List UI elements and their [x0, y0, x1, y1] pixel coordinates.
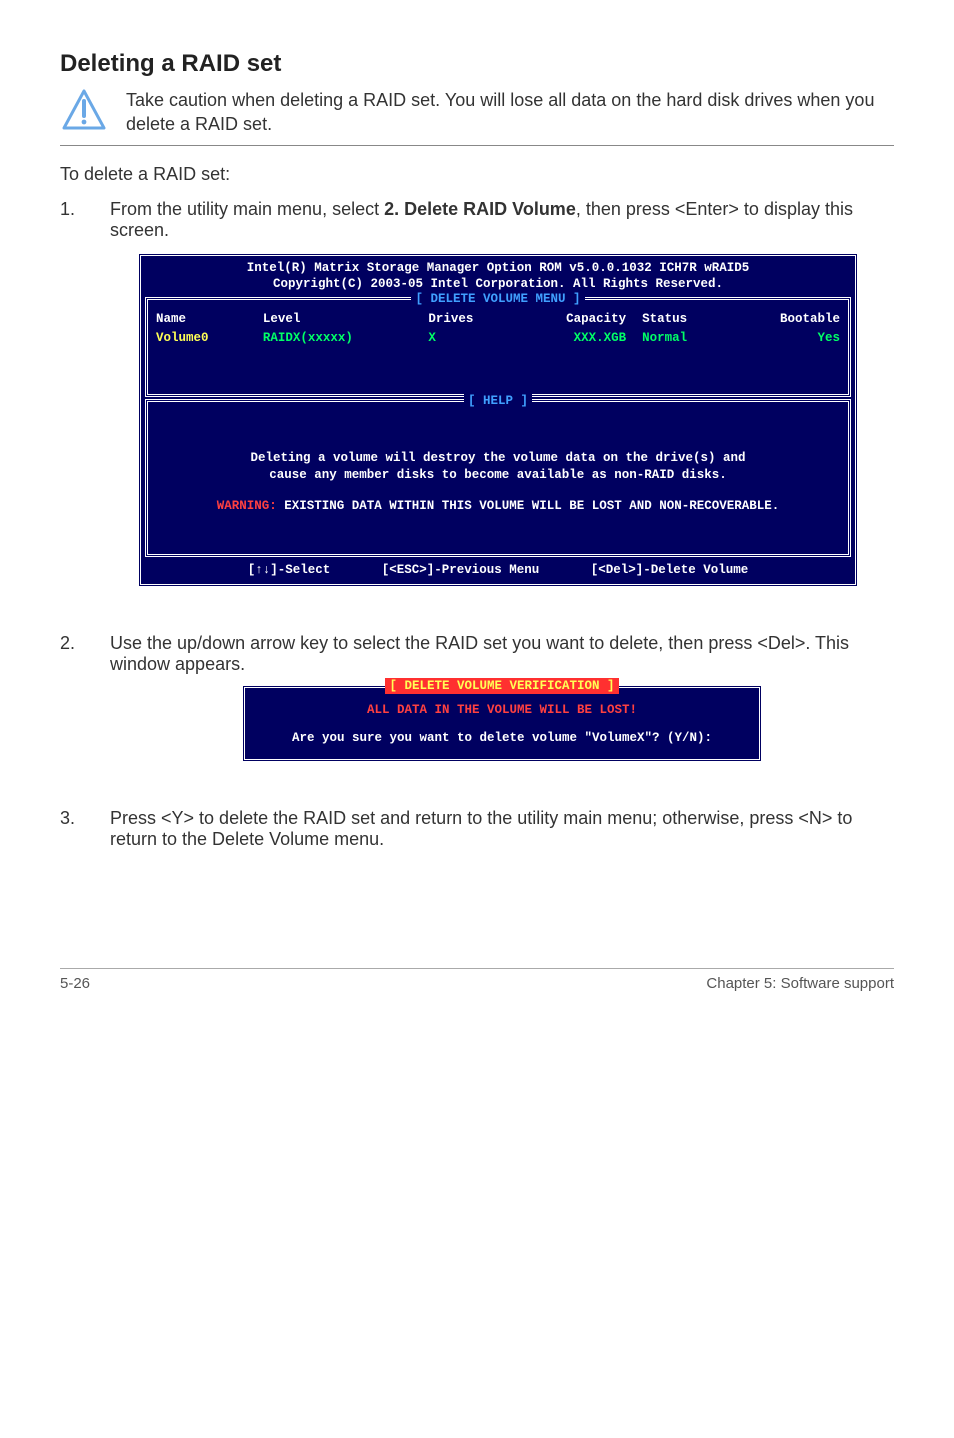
footer-select: [↑↓]-Select — [248, 562, 331, 579]
bios-help-title: [ HELP ] — [464, 394, 532, 408]
help-warning: WARNING: EXISTING DATA WITHIN THIS VOLUM… — [162, 498, 834, 515]
col-name: Name — [148, 310, 255, 329]
section-title: Deleting a RAID set — [60, 50, 894, 78]
bios-table-frame: [ DELETE VOLUME MENU ] Name Level Drives… — [145, 297, 851, 397]
col-bootable: Bootable — [729, 310, 848, 329]
cell-status: Normal — [634, 329, 729, 348]
help-warning-prefix: WARNING: — [217, 499, 277, 513]
bios-footer: [↑↓]-Select [<ESC>]-Previous Menu [<Del>… — [141, 559, 855, 584]
step-1-bold: 2. Delete RAID Volume — [384, 199, 576, 219]
help-warning-rest: EXISTING DATA WITHIN THIS VOLUME WILL BE… — [277, 499, 780, 513]
bios-delete-volume-screen: Intel(R) Matrix Storage Manager Option R… — [138, 253, 858, 588]
step-1: 1. From the utility main menu, select 2.… — [60, 199, 894, 616]
step-3: 3. Press <Y> to delete the RAID set and … — [60, 808, 894, 850]
col-capacity: Capacity — [516, 310, 635, 329]
dialog-prompt: Are you sure you want to delete volume "… — [255, 731, 749, 745]
page-footer: 5-26 Chapter 5: Software support — [60, 968, 894, 992]
step-3-text: Press <Y> to delete the RAID set and ret… — [110, 808, 852, 849]
footer-delete: [<Del>]-Delete Volume — [591, 562, 749, 579]
bios-title-line1: Intel(R) Matrix Storage Manager Option R… — [147, 260, 849, 277]
bios-confirm-dialog: [ DELETE VOLUME VERIFICATION ] ALL DATA … — [242, 685, 762, 762]
cell-bootable: Yes — [729, 329, 848, 348]
page-number: 5-26 — [60, 975, 90, 992]
chapter-label: Chapter 5: Software support — [706, 975, 894, 992]
col-level: Level — [255, 310, 420, 329]
step-3-number: 3. — [60, 808, 84, 850]
cell-name: Volume0 — [148, 329, 255, 348]
col-status: Status — [634, 310, 729, 329]
step-1-text-a: From the utility main menu, select — [110, 199, 384, 219]
bios-volume-table: Name Level Drives Capacity Status Bootab… — [148, 310, 848, 394]
caution-text: Take caution when deleting a RAID set. Y… — [126, 88, 894, 137]
table-header-row: Name Level Drives Capacity Status Bootab… — [148, 310, 848, 329]
help-line-2: cause any member disks to become availab… — [162, 467, 834, 484]
caution-block: Take caution when deleting a RAID set. Y… — [60, 88, 894, 146]
step-2: 2. Use the up/down arrow key to select t… — [60, 633, 894, 790]
table-row[interactable]: Volume0 RAIDX(xxxxx) X XXX.XGB Normal Ye… — [148, 329, 848, 348]
dialog-title: [ DELETE VOLUME VERIFICATION ] — [385, 678, 618, 694]
intro-text: To delete a RAID set: — [60, 164, 894, 185]
footer-previous: [<ESC>]-Previous Menu — [382, 562, 540, 579]
step-2-text: Use the up/down arrow key to select the … — [110, 633, 849, 674]
dialog-warning: ALL DATA IN THE VOLUME WILL BE LOST! — [255, 703, 749, 717]
step-1-number: 1. — [60, 199, 84, 616]
cell-capacity: XXX.XGB — [516, 329, 635, 348]
cell-level: RAIDX(xxxxx) — [255, 329, 420, 348]
cell-drives: X — [420, 329, 515, 348]
caution-icon — [60, 88, 108, 132]
bios-table-frame-title: [ DELETE VOLUME MENU ] — [411, 292, 584, 306]
step-2-number: 2. — [60, 633, 84, 790]
help-line-1: Deleting a volume will destroy the volum… — [162, 450, 834, 467]
bios-help-frame: [ HELP ] Deleting a volume will destroy … — [145, 399, 851, 558]
col-drives: Drives — [420, 310, 515, 329]
